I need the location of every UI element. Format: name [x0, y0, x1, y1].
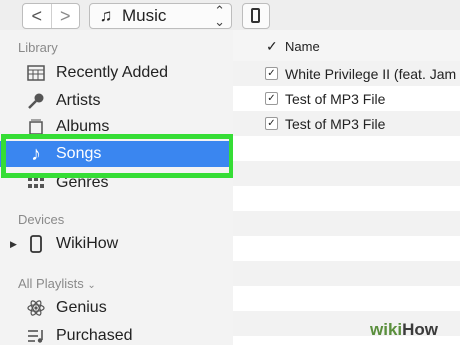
- all-playlists-header[interactable]: All Playlists ⌄: [18, 276, 96, 291]
- back-button[interactable]: <: [23, 4, 52, 28]
- forward-chevron-icon: >: [59, 5, 71, 26]
- sidebar-item-label: Genius: [56, 299, 107, 316]
- iphone-icon: [26, 234, 46, 254]
- back-chevron-icon: <: [31, 5, 42, 26]
- music-note-icon: ♫: [99, 6, 113, 25]
- empty-row: [233, 186, 460, 211]
- disclosure-triangle-icon[interactable]: ▶: [10, 239, 17, 250]
- song-list: ✓ Name ✓ White Privilege II (feat. Jam ✓…: [233, 30, 460, 345]
- media-source-popup[interactable]: ♫ Music ⌃ ⌄: [89, 3, 232, 29]
- empty-row: [233, 211, 460, 236]
- atom-icon: [26, 298, 46, 318]
- song-title: Test of MP3 File: [285, 90, 386, 107]
- empty-row: [233, 261, 460, 286]
- sidebar-item-purchased[interactable]: Purchased: [0, 323, 233, 349]
- sidebar-item-label: Purchased: [56, 327, 133, 344]
- table-row[interactable]: ✓ Test of MP3 File: [233, 111, 460, 136]
- table-row[interactable]: ✓ Test of MP3 File: [233, 86, 460, 111]
- table-row[interactable]: ✓ White Privilege II (feat. Jam: [233, 61, 460, 86]
- row-checkbox[interactable]: ✓: [265, 117, 278, 130]
- sidebar: Library Recently Added Artists Albums ♪ …: [0, 30, 234, 345]
- up-down-chevron-icon: ⌃ ⌄: [214, 3, 225, 29]
- sidebar-item-label: Recently Added: [56, 64, 169, 81]
- check-column-header[interactable]: ✓: [266, 38, 278, 55]
- sidebar-item-artists[interactable]: Artists: [0, 88, 233, 114]
- name-column-header[interactable]: Name: [285, 39, 320, 54]
- empty-row: [233, 136, 460, 161]
- row-checkbox[interactable]: ✓: [265, 92, 278, 105]
- selection-highlight-box: [1, 134, 234, 178]
- sidebar-item-label: WikiHow: [56, 235, 119, 252]
- history-nav: < >: [22, 3, 80, 29]
- library-section-header: Library: [18, 40, 58, 55]
- row-checkbox[interactable]: ✓: [265, 67, 278, 80]
- sidebar-item-genius[interactable]: Genius: [0, 295, 233, 321]
- song-title: White Privilege II (feat. Jam: [285, 65, 457, 82]
- watermark-how: How: [402, 320, 439, 339]
- media-source-label: Music: [122, 6, 167, 25]
- microphone-icon: [26, 91, 46, 111]
- sidebar-item-recently-added[interactable]: Recently Added: [0, 60, 233, 86]
- sidebar-item-device[interactable]: ▶ WikiHow: [0, 231, 233, 257]
- empty-row: [233, 161, 460, 186]
- table-header: ✓ Name: [233, 30, 460, 62]
- wikihow-watermark-logo: wikiHow: [370, 320, 460, 345]
- playlist-icon: [26, 326, 46, 346]
- playlists-header-label: All Playlists: [18, 276, 84, 291]
- empty-row: [233, 236, 460, 261]
- empty-row: [233, 286, 460, 311]
- calendar-grid-icon: [26, 63, 46, 83]
- forward-button[interactable]: >: [52, 4, 80, 28]
- iphone-icon: [251, 8, 260, 23]
- song-title: Test of MP3 File: [285, 115, 386, 132]
- chevron-down-icon: ⌄: [87, 280, 96, 291]
- watermark-wiki: wiki: [370, 320, 403, 339]
- toolbar: < > ♫ Music ⌃ ⌄: [0, 0, 460, 30]
- devices-section-header: Devices: [18, 212, 65, 227]
- sidebar-item-label: Artists: [56, 92, 101, 109]
- device-button[interactable]: [242, 3, 270, 29]
